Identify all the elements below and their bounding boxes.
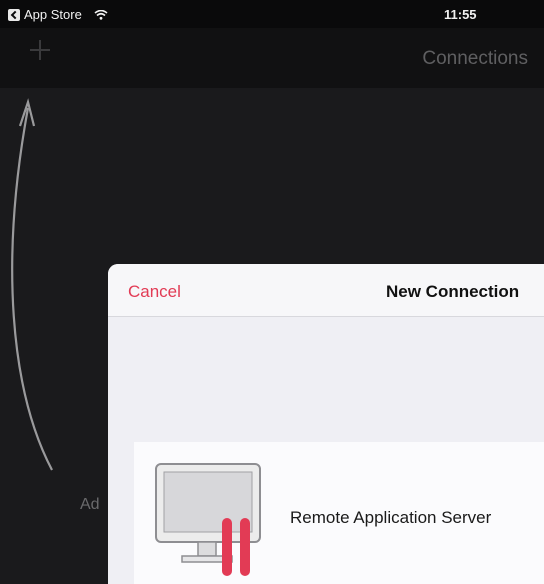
sheet-title: New Connection	[386, 282, 520, 301]
cancel-button[interactable]: Cancel	[128, 282, 181, 302]
option-label: Remote Application Server	[290, 508, 492, 527]
wifi-icon	[94, 9, 108, 20]
status-left: App Store	[8, 7, 108, 22]
new-connection-sheet: Cancel New Connection Remote Application…	[108, 264, 544, 584]
add-connection-button[interactable]	[30, 40, 50, 60]
back-app-label[interactable]: App Store	[24, 7, 82, 22]
back-to-app-icon[interactable]	[8, 8, 20, 21]
sheet-header: Cancel New Connection	[108, 264, 544, 317]
hint-arrow-icon	[11, 98, 53, 471]
status-time: 11:55	[444, 7, 477, 22]
navigation-bar: Connections	[0, 28, 544, 88]
status-bar: App Store 11:55	[0, 0, 544, 28]
monitor-icon	[155, 463, 261, 576]
app-screen: App Store 11:55 Connections Ad Cancel Ne…	[0, 0, 544, 584]
add-hint-text: Ad	[80, 496, 100, 513]
nav-title: Connections	[422, 48, 528, 69]
option-remote-application-server[interactable]: Remote Application Server	[134, 442, 544, 584]
